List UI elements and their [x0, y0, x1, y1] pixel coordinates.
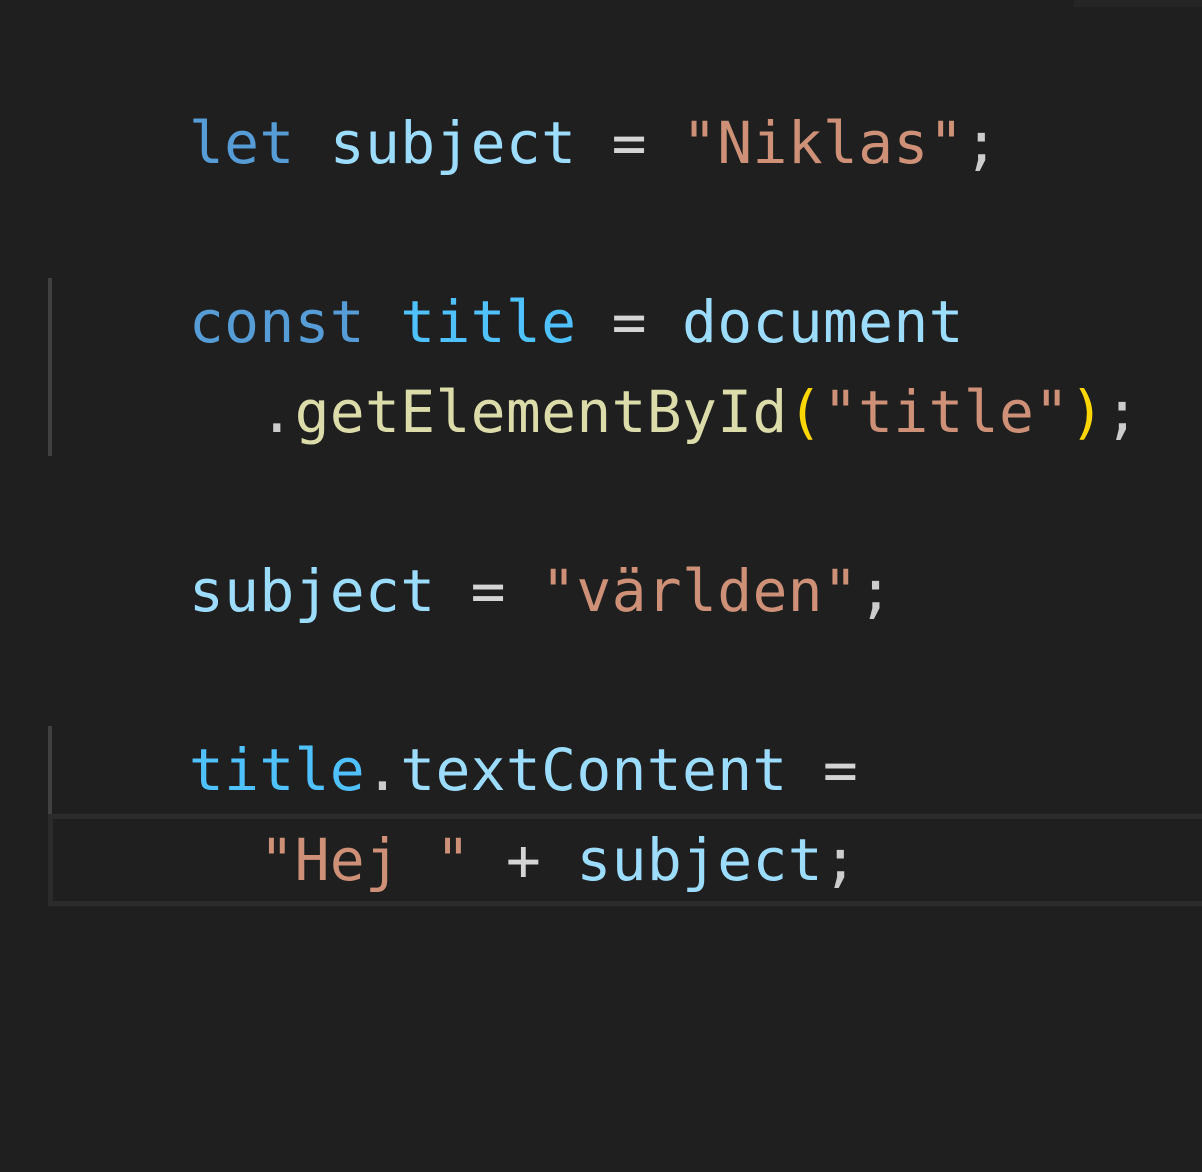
code-editor[interactable]: let subject = "Niklas"; const title = do… [0, 0, 1202, 1172]
code-token: ; [858, 557, 894, 625]
code-token: "Niklas" [682, 109, 964, 177]
code-token: = [470, 557, 506, 625]
code-token: "världen" [541, 557, 859, 625]
minimap-edge [1074, 0, 1202, 7]
current-line-highlight[interactable] [48, 814, 1202, 906]
code-token: . [259, 378, 295, 446]
code-token: ( [787, 378, 823, 446]
code-token: ) [1069, 378, 1105, 446]
code-line-6[interactable]: subject = "världen"; [48, 456, 893, 625]
code-token: subject [329, 109, 577, 177]
code-token: subject [188, 557, 436, 625]
code-token: = [611, 109, 647, 177]
code-line-8[interactable]: title.textContent = [48, 635, 858, 804]
code-token: getElementById [294, 378, 788, 446]
code-token: let [188, 109, 295, 177]
code-token: "title" [822, 378, 1070, 446]
code-line-3[interactable]: const title = document [48, 187, 964, 356]
code-line-4[interactable]: .getElementById("title"); [48, 277, 1140, 446]
code-line-9[interactable]: "Hej " + subject; [48, 725, 858, 894]
code-line-1[interactable]: let subject = "Niklas"; [48, 8, 999, 177]
code-token: ; [1104, 378, 1140, 446]
code-token: ; [963, 109, 1000, 177]
